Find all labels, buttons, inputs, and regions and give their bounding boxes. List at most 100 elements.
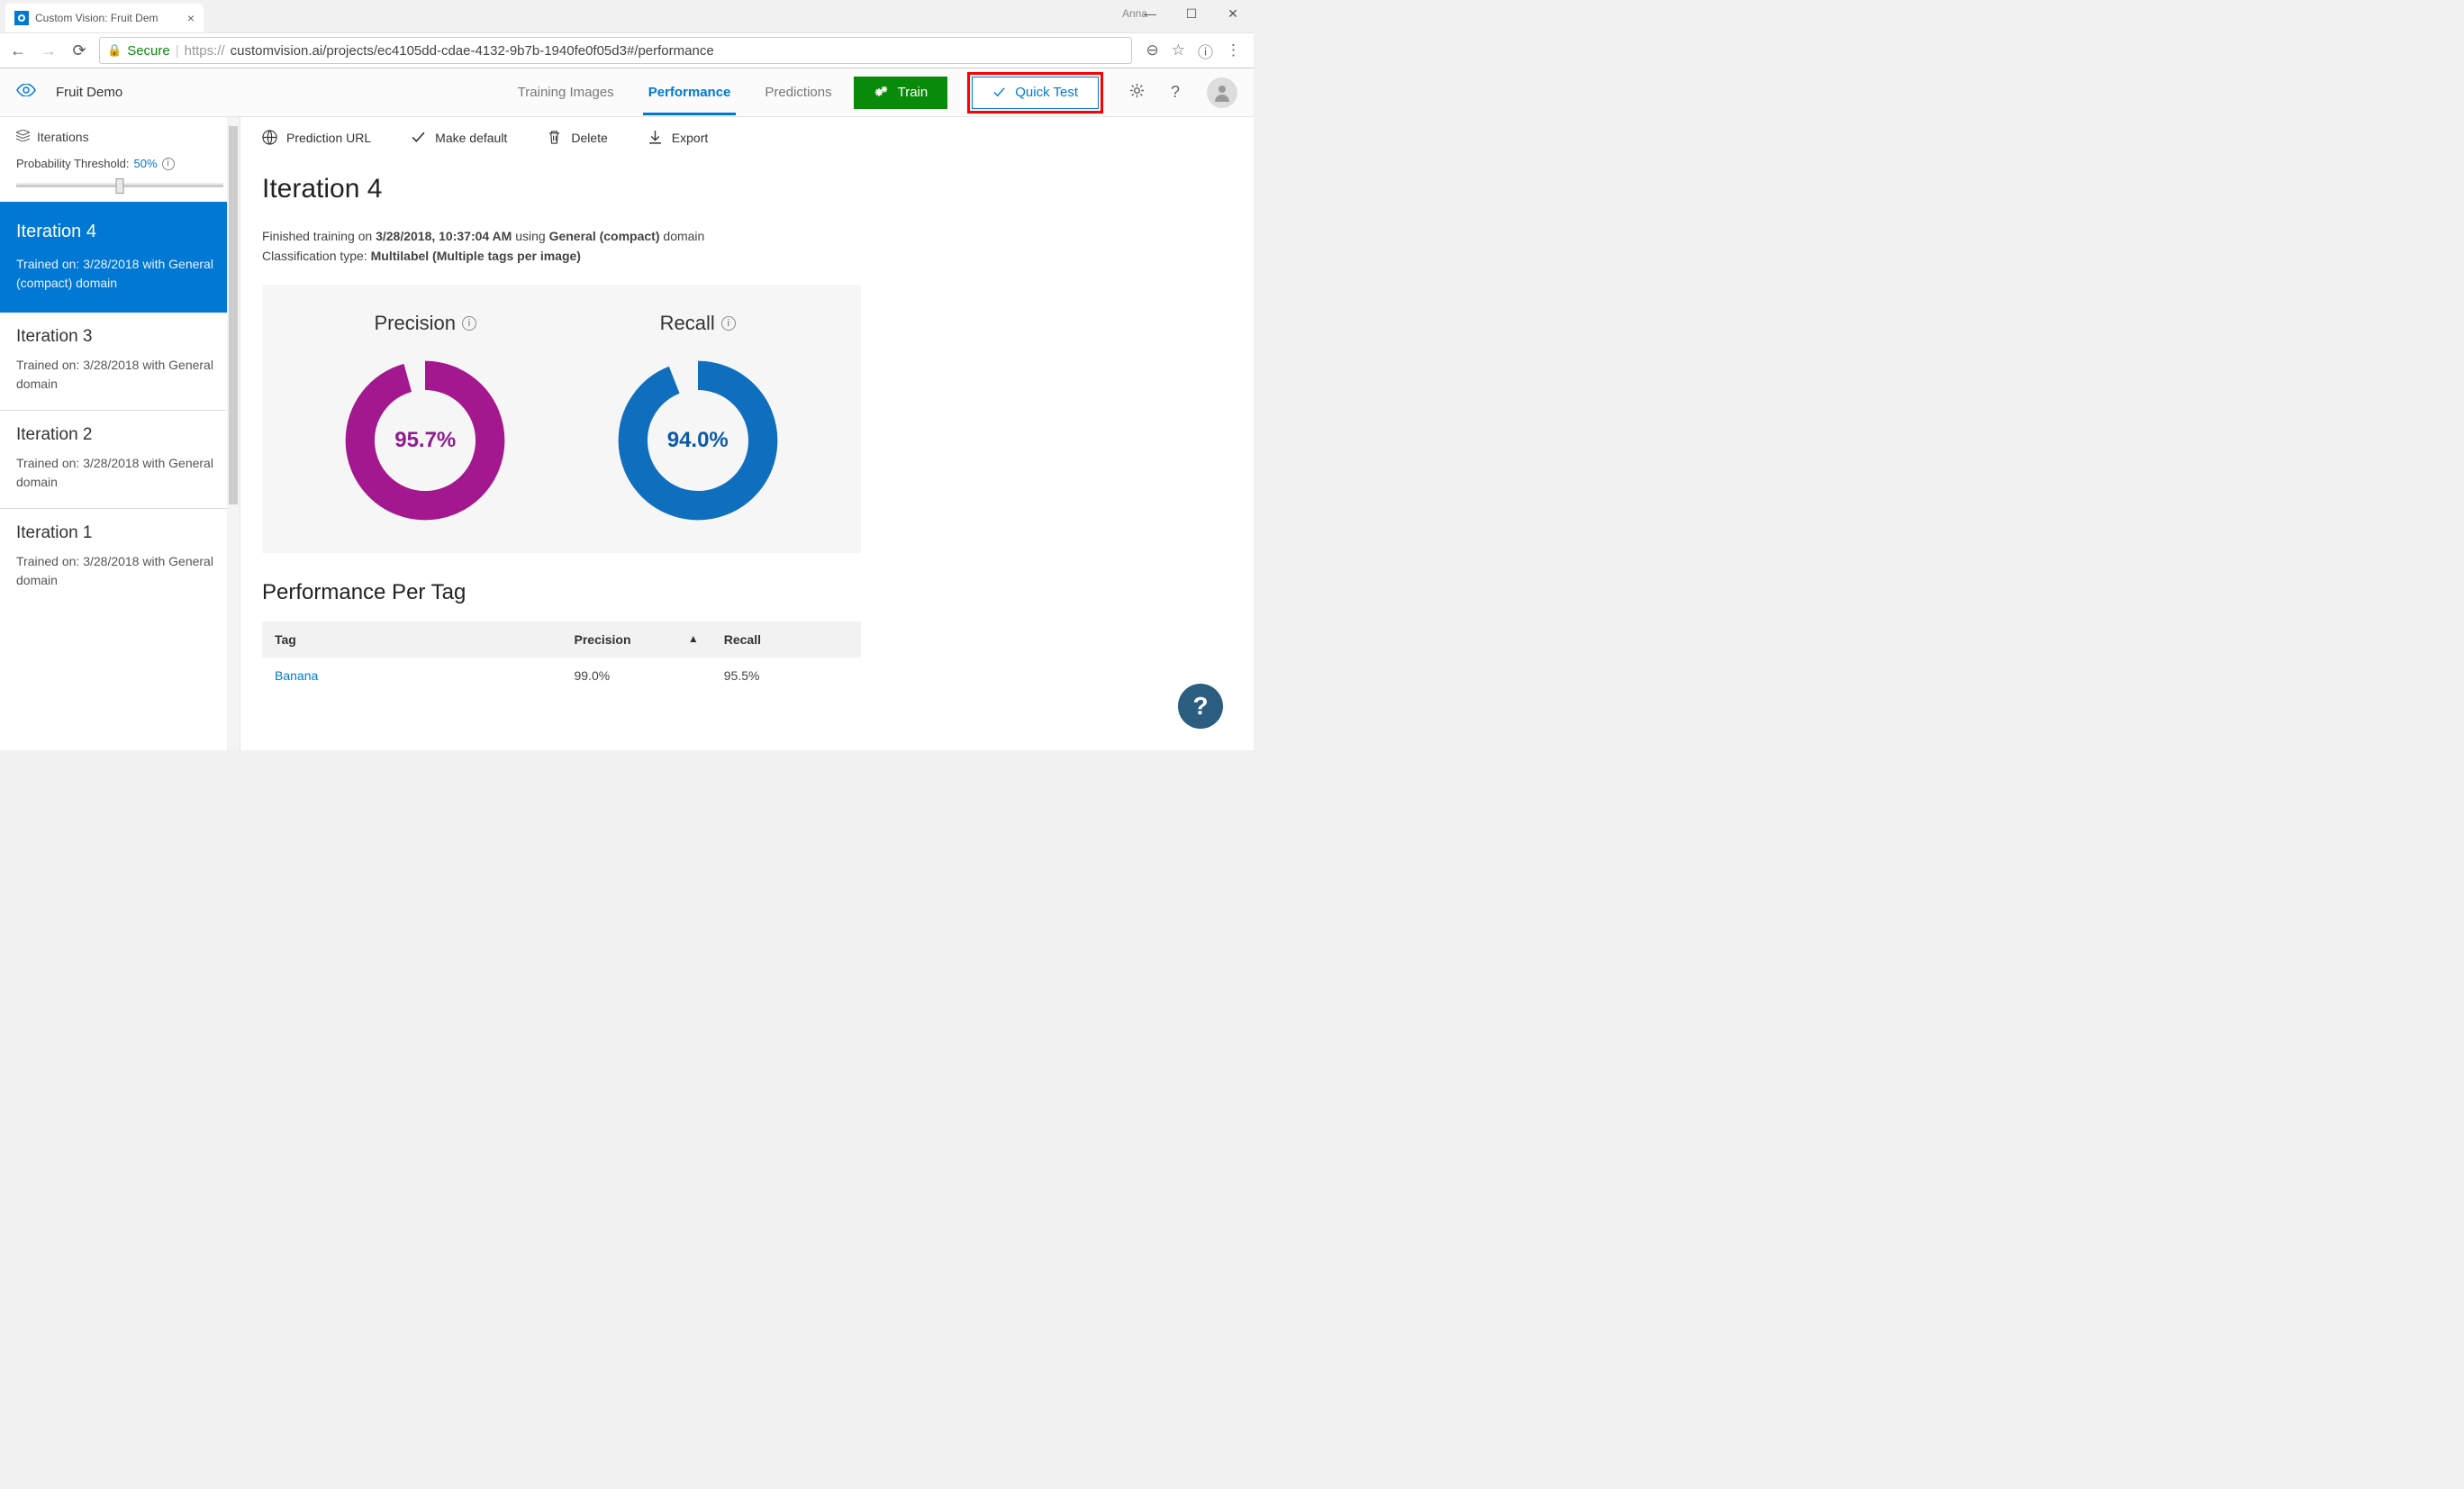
iteration-toolbar: Prediction URL Make default Delete Expor…: [262, 117, 1254, 158]
iteration-title: Iteration 1: [16, 523, 223, 543]
favicon-icon: [14, 11, 29, 25]
app-body: Iterations Probability Threshold: 50% i …: [0, 117, 1254, 750]
back-icon[interactable]: ←: [7, 41, 29, 60]
iteration-title: Iteration 3: [16, 327, 223, 347]
iterations-icon: [16, 130, 30, 144]
url-separator: |: [176, 43, 179, 59]
page-title: Iteration 4: [262, 174, 1254, 204]
avatar[interactable]: [1207, 77, 1237, 108]
threshold-slider[interactable]: [16, 185, 223, 187]
secure-label: Secure: [127, 43, 170, 59]
iteration-item-3[interactable]: Iteration 3 Trained on: 3/28/2018 with G…: [0, 313, 240, 411]
iteration-subtitle: Trained on: 3/28/2018 with General domai…: [16, 454, 223, 492]
prediction-url-button[interactable]: Prediction URL: [262, 130, 371, 145]
recall-title: Recall i: [612, 312, 784, 335]
threshold-value: 50%: [134, 157, 158, 170]
iteration-title: Iteration 4: [16, 222, 223, 242]
help-chat-button[interactable]: ?: [1178, 684, 1223, 729]
zoom-icon[interactable]: ⊖: [1146, 41, 1159, 59]
tab-predictions[interactable]: Predictions: [763, 70, 833, 114]
th-precision[interactable]: Precision▲: [562, 622, 711, 658]
recall-value: 94.0%: [667, 428, 729, 453]
recall-metric: Recall i 94.0%: [612, 312, 784, 526]
app-header: Fruit Demo Training Images Performance P…: [0, 68, 1254, 117]
maximize-icon[interactable]: ☐: [1171, 0, 1212, 27]
url-input[interactable]: 🔒 Secure | https:// customvision.ai/proje…: [99, 37, 1132, 64]
tab-close-icon[interactable]: ×: [187, 11, 195, 25]
logo-eye-icon[interactable]: [16, 84, 36, 101]
iteration-meta: Finished training on 3/28/2018, 10:37:04…: [262, 226, 1254, 267]
tab-bar: Custom Vision: Fruit Dem × Anna — ☐ ✕: [0, 0, 1254, 32]
tab-title: Custom Vision: Fruit Dem: [35, 12, 181, 24]
sort-icon: ▲: [688, 632, 699, 645]
iteration-subtitle: Trained on: 3/28/2018 with General domai…: [16, 552, 223, 590]
performance-per-tag-heading: Performance Per Tag: [262, 580, 1254, 605]
tag-table: Tag Precision▲ Recall Banana 99.0% 95.5%: [262, 622, 861, 694]
sidebar-scrollbar[interactable]: [227, 117, 240, 750]
precision-donut: 95.7%: [340, 355, 511, 526]
export-button[interactable]: Export: [648, 130, 708, 145]
threshold-row: Probability Threshold: 50% i: [0, 157, 240, 181]
iteration-item-4[interactable]: Iteration 4 Trained on: 3/28/2018 with G…: [0, 202, 240, 313]
iteration-item-1[interactable]: Iteration 1 Trained on: 3/28/2018 with G…: [0, 509, 240, 606]
precision-title: Precision i: [340, 312, 511, 335]
window-controls: — ☐ ✕: [1129, 0, 1254, 27]
browser-tab[interactable]: Custom Vision: Fruit Dem ×: [5, 4, 204, 32]
make-default-button[interactable]: Make default: [411, 130, 507, 145]
threshold-info-icon[interactable]: i: [162, 158, 175, 170]
settings-icon[interactable]: [1128, 82, 1146, 104]
main-content: Prediction URL Make default Delete Expor…: [240, 117, 1254, 750]
iteration-item-2[interactable]: Iteration 2 Trained on: 3/28/2018 with G…: [0, 411, 240, 509]
bookmark-icon[interactable]: ☆: [1172, 41, 1185, 59]
iteration-subtitle: Trained on: 3/28/2018 with General (comp…: [16, 255, 223, 293]
lock-icon: 🔒: [107, 43, 122, 58]
globe-icon: [262, 130, 277, 145]
project-name[interactable]: Fruit Demo: [56, 85, 122, 100]
train-button[interactable]: Train: [854, 77, 948, 109]
download-icon: [648, 130, 663, 145]
recall-donut: 94.0%: [612, 355, 784, 526]
browser-chrome: Custom Vision: Fruit Dem × Anna — ☐ ✕ ← …: [0, 0, 1254, 68]
recall-info-icon[interactable]: i: [721, 316, 736, 331]
th-tag[interactable]: Tag: [262, 622, 562, 658]
metrics-panel: Precision i 95.7% Recall i: [262, 285, 861, 553]
minimize-icon[interactable]: —: [1129, 0, 1171, 27]
threshold-label: Probability Threshold:: [16, 157, 130, 170]
help-icon[interactable]: ?: [1171, 83, 1180, 102]
quick-test-highlight: Quick Test: [967, 72, 1103, 113]
iteration-title: Iteration 2: [16, 425, 223, 445]
close-window-icon[interactable]: ✕: [1212, 0, 1254, 27]
th-recall[interactable]: Recall: [711, 622, 861, 658]
trash-icon: [547, 130, 562, 145]
train-label: Train: [898, 85, 929, 100]
gears-icon: [874, 85, 889, 100]
address-bar: ← → ⟳ 🔒 Secure | https:// customvision.ai…: [0, 32, 1254, 68]
url-text: customvision.ai/projects/ec4105dd-cdae-4…: [231, 43, 714, 59]
tab-performance[interactable]: Performance: [647, 70, 733, 114]
address-actions: ⊖ ☆ ⓘ ⋮: [1141, 40, 1247, 62]
delete-button[interactable]: Delete: [547, 130, 607, 145]
forward-icon[interactable]: →: [38, 41, 59, 60]
nav-tabs: Training Images Performance Predictions: [516, 70, 834, 114]
reload-icon[interactable]: ⟳: [68, 41, 90, 60]
precision-metric: Precision i 95.7%: [340, 312, 511, 526]
iteration-subtitle: Trained on: 3/28/2018 with General domai…: [16, 356, 223, 394]
quick-test-button[interactable]: Quick Test: [972, 77, 1099, 109]
slider-thumb[interactable]: [116, 178, 124, 194]
tag-link[interactable]: Banana: [262, 658, 562, 694]
menu-icon[interactable]: ⋮: [1226, 41, 1241, 59]
info-icon[interactable]: ⓘ: [1198, 40, 1213, 62]
iterations-label: Iterations: [37, 130, 89, 144]
url-protocol: https://: [185, 43, 225, 59]
tab-training-images[interactable]: Training Images: [516, 70, 616, 114]
tag-precision: 99.0%: [562, 658, 711, 694]
quick-test-label: Quick Test: [1015, 85, 1078, 100]
tag-recall: 95.5%: [711, 658, 861, 694]
table-row: Banana 99.0% 95.5%: [262, 658, 861, 694]
precision-info-icon[interactable]: i: [462, 316, 476, 331]
sidebar: Iterations Probability Threshold: 50% i …: [0, 117, 240, 750]
check-icon: [992, 86, 1006, 99]
check-icon: [411, 130, 426, 145]
sidebar-header: Iterations: [0, 117, 240, 157]
precision-value: 95.7%: [394, 428, 456, 453]
